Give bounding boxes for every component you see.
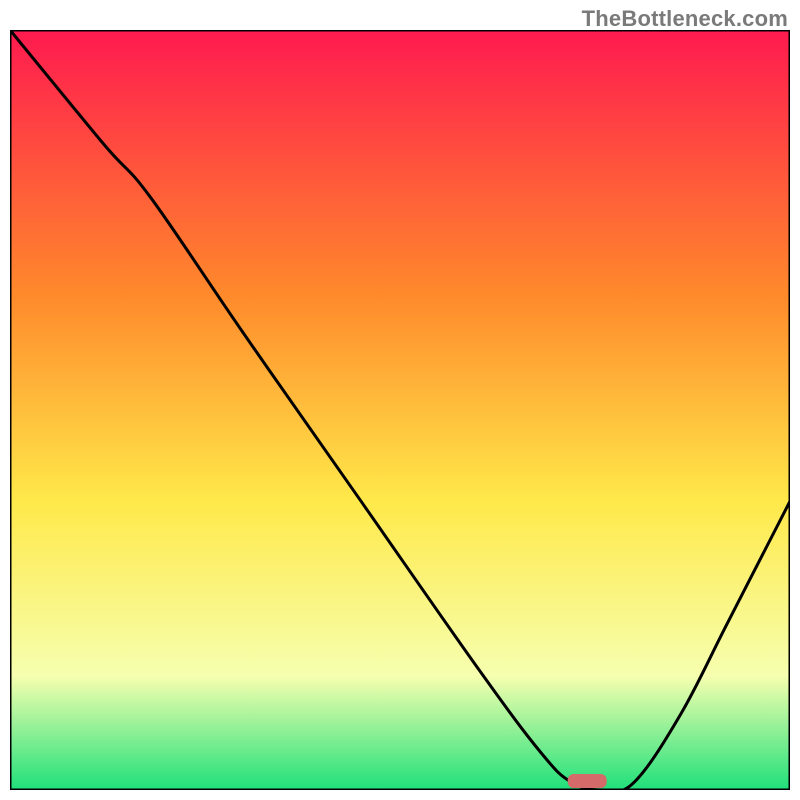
chart-plot-area: [10, 30, 790, 790]
optimum-marker: [568, 774, 607, 788]
watermark-text: TheBottleneck.com: [582, 6, 788, 32]
gradient-background: [10, 30, 790, 790]
chart-svg: [10, 30, 790, 790]
